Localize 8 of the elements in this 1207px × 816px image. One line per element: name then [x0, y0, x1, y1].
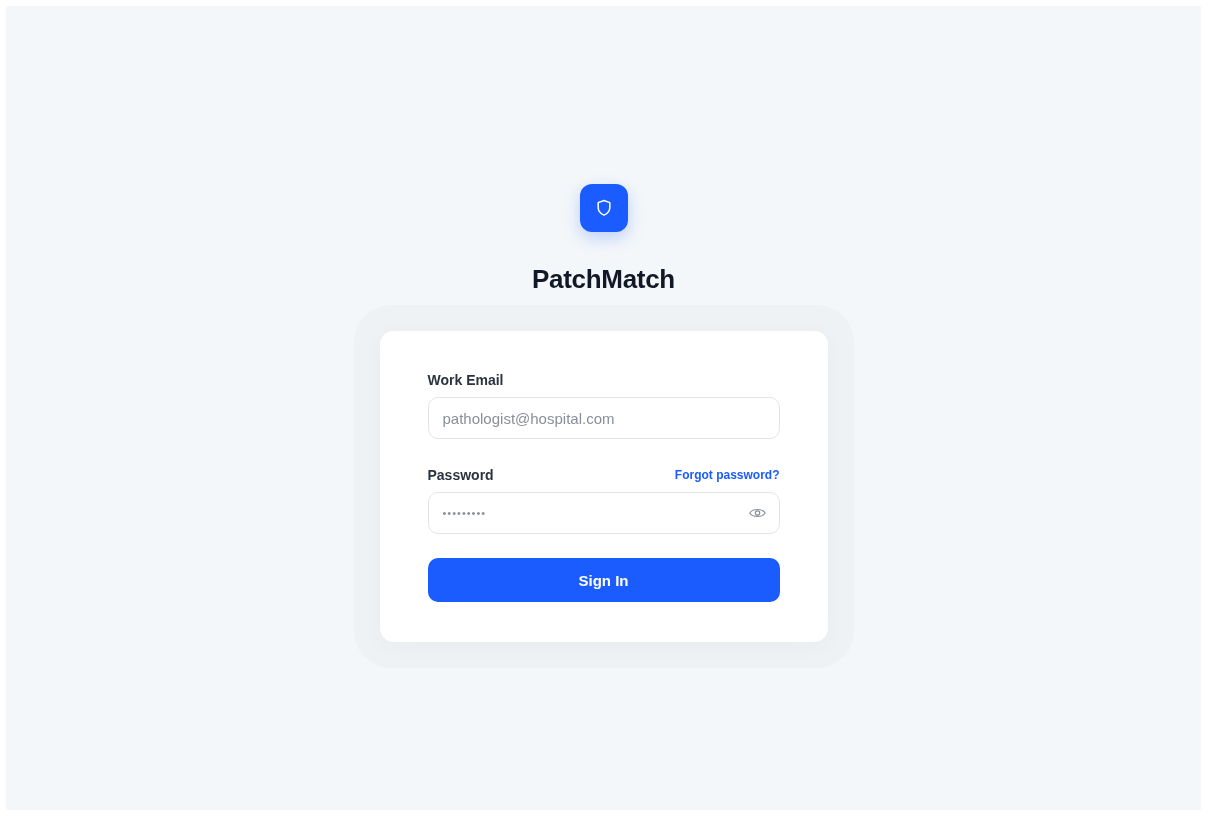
forgot-password-link[interactable]: Forgot password? — [674, 468, 780, 482]
eye-icon[interactable] — [748, 507, 766, 519]
email-field[interactable]: pathologist@hospital.com — [427, 397, 780, 439]
field-label: Password — [427, 466, 494, 484]
password-field[interactable]: ••••••••• — [427, 492, 780, 534]
app-title: PatchMatch — [532, 263, 675, 295]
field-label: Work Email — [427, 371, 505, 389]
sign-in-button[interactable]: Sign In — [427, 558, 780, 602]
